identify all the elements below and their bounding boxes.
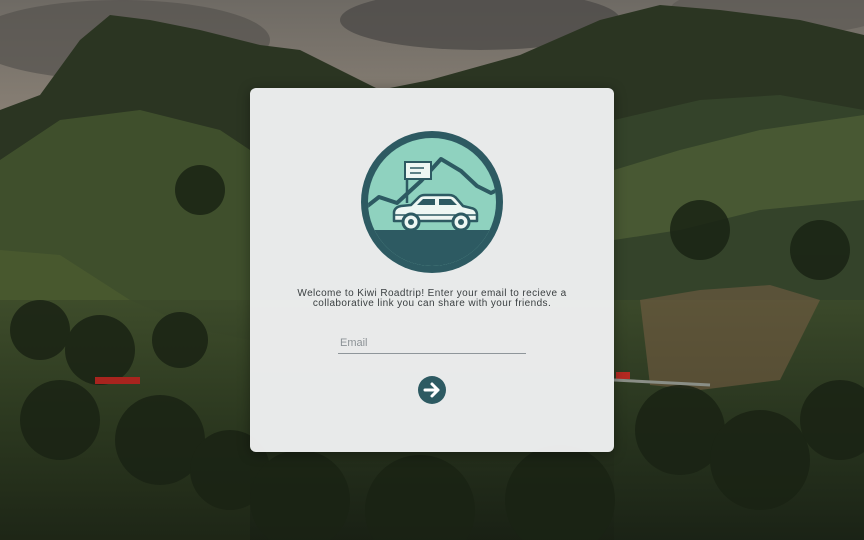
welcome-message: Welcome to Kiwi Roadtrip! Enter your ema… (297, 288, 567, 309)
kiwi-roadtrip-logo (361, 131, 503, 273)
signup-card: Welcome to Kiwi Roadtrip! Enter your ema… (250, 88, 614, 452)
arrow-right-icon (423, 382, 440, 398)
email-input[interactable] (338, 332, 526, 354)
submit-button[interactable] (418, 376, 446, 404)
car-with-flag-icon (361, 131, 503, 273)
